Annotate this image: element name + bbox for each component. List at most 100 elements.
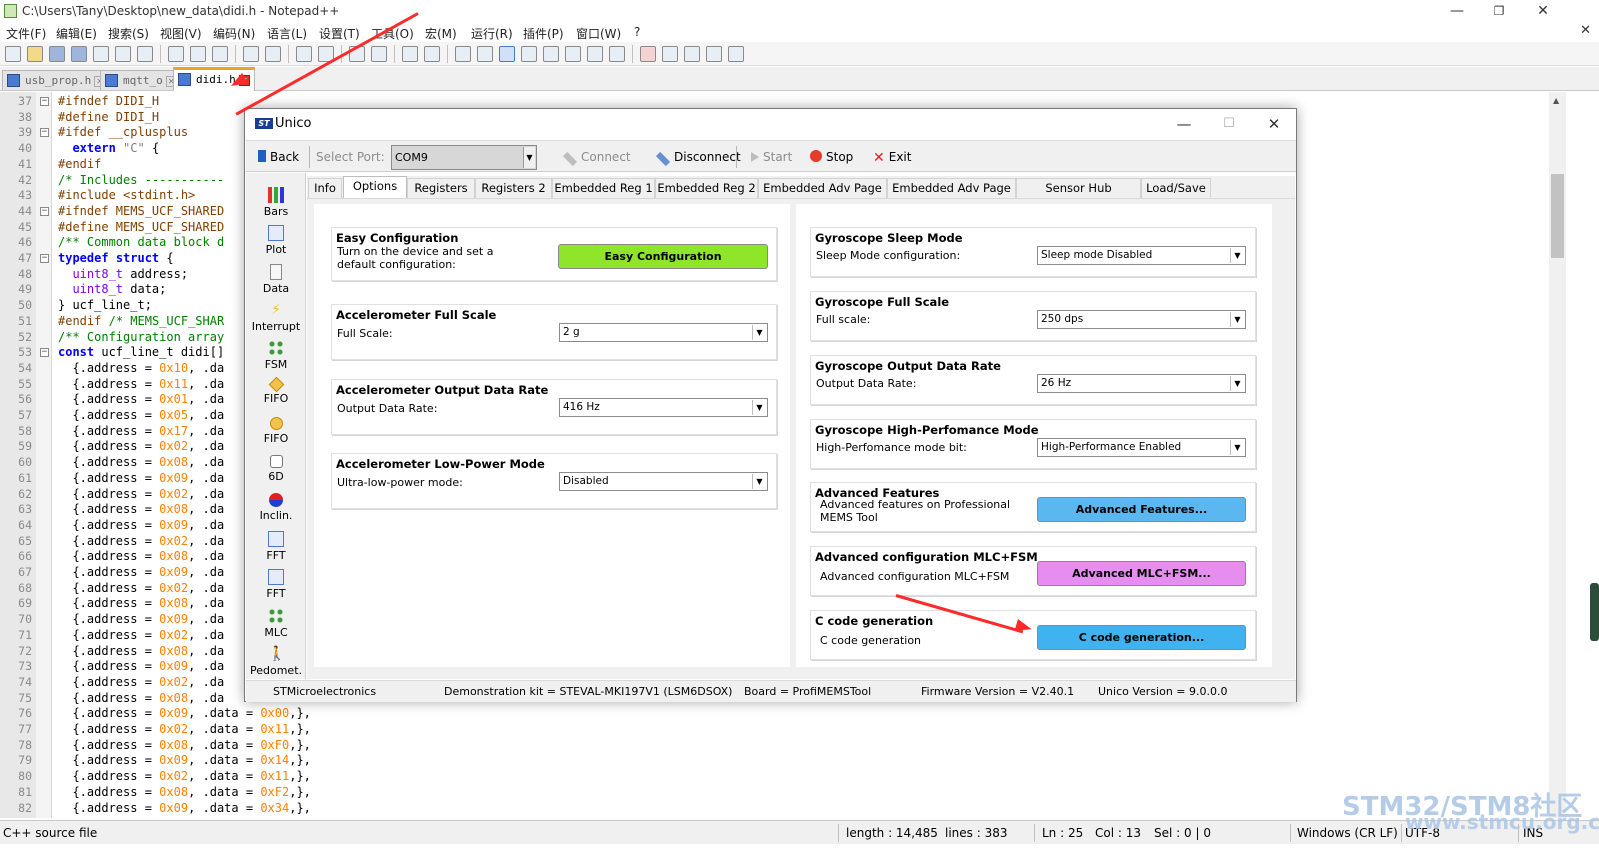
function-list-icon[interactable] xyxy=(565,46,581,62)
port-select[interactable]: COM9 ▼ xyxy=(391,145,537,170)
acc-full-scale-select[interactable]: 2 g ▼ xyxy=(559,323,768,342)
acc-low-power-select[interactable]: Disabled ▼ xyxy=(559,472,768,491)
sidebar-interrupt[interactable]: ⚡ Interrupt xyxy=(246,302,306,333)
menu-run[interactable]: 运行(R) xyxy=(471,25,513,42)
tab-embedded-reg-1[interactable]: Embedded Reg 1 xyxy=(552,178,655,198)
sidebar-fsm[interactable]: FSM xyxy=(246,340,306,371)
save-all-icon[interactable] xyxy=(71,46,87,62)
code-line[interactable]: 81 {.address = 0x08, .data = 0xF2,}, xyxy=(0,785,1549,801)
menu-settings[interactable]: 设置(T) xyxy=(319,25,360,42)
chevron-down-icon[interactable]: ▼ xyxy=(752,474,766,489)
exit-button[interactable]: ✕ Exit xyxy=(873,150,911,165)
open-file-icon[interactable] xyxy=(27,46,43,62)
scrollbar-thumb[interactable] xyxy=(1551,174,1564,258)
close-file-icon[interactable] xyxy=(93,46,109,62)
back-button[interactable]: Back xyxy=(258,150,299,164)
find-icon[interactable] xyxy=(296,46,312,62)
menu-window[interactable]: 窗口(W) xyxy=(576,25,621,42)
sidebar-fft[interactable]: FFT xyxy=(246,531,306,562)
easy-configuration-button[interactable]: Easy Configuration xyxy=(558,244,768,269)
chevron-down-icon[interactable]: ▼ xyxy=(1230,376,1244,391)
run-macro-multiple-icon[interactable] xyxy=(706,46,722,62)
tab-registers-2[interactable]: Registers 2 xyxy=(475,178,552,198)
gyro-high-performance-select[interactable]: High-Performance Enabled ▼ xyxy=(1037,438,1246,457)
record-macro-icon[interactable] xyxy=(640,46,656,62)
chevron-down-icon[interactable]: ▼ xyxy=(1230,248,1244,263)
save-icon[interactable] xyxy=(49,46,65,62)
menu-plugins[interactable]: 插件(P) xyxy=(523,25,564,42)
tab-registers[interactable]: Registers xyxy=(407,178,475,198)
side-handle[interactable] xyxy=(1590,583,1599,641)
monitoring-icon[interactable] xyxy=(609,46,625,62)
sidebar-pedometer[interactable]: 🚶 Pedomet. xyxy=(246,646,306,677)
sidebar-data[interactable]: Data xyxy=(246,264,306,295)
cut-icon[interactable] xyxy=(168,46,184,62)
tab-embedded-adv-page-1[interactable]: Embedded Adv Page 1 xyxy=(887,178,1016,213)
tab-embedded-adv-page-0[interactable]: Embedded Adv Page 0 xyxy=(758,178,887,213)
unico-close-icon[interactable]: ✕ xyxy=(1262,114,1286,134)
menu-view[interactable]: 视图(V) xyxy=(160,25,202,42)
zoom-out-icon[interactable] xyxy=(371,46,387,62)
stop-button[interactable]: Stop xyxy=(810,150,853,164)
redo-icon[interactable] xyxy=(265,46,281,62)
tab-info[interactable]: Info xyxy=(308,178,342,198)
code-line[interactable]: 82 {.address = 0x09, .data = 0x34,}, xyxy=(0,801,1549,817)
sidebar-fft-2[interactable]: FFT xyxy=(246,569,306,600)
stop-macro-icon[interactable] xyxy=(662,46,678,62)
connect-button[interactable]: Connect xyxy=(562,150,631,167)
tab-usb-prop[interactable]: usb_prop.h✕ xyxy=(2,70,111,90)
code-line[interactable]: 80 {.address = 0x02, .data = 0x11,}, xyxy=(0,769,1549,785)
code-line[interactable]: 79 {.address = 0x09, .data = 0x14,}, xyxy=(0,753,1549,769)
undo-icon[interactable] xyxy=(243,46,259,62)
fold-toggle-icon[interactable]: − xyxy=(40,97,49,106)
word-wrap-icon[interactable] xyxy=(455,46,471,62)
menu-help[interactable]: ? xyxy=(634,25,640,39)
menu-macro[interactable]: 宏(M) xyxy=(425,25,457,42)
tab-options[interactable]: Options xyxy=(343,176,407,198)
play-macro-icon[interactable] xyxy=(684,46,700,62)
menu-edit[interactable]: 编辑(E) xyxy=(56,25,97,42)
menu-encoding[interactable]: 编码(N) xyxy=(213,25,255,42)
sidebar-bars[interactable]: Bars xyxy=(246,187,306,218)
chevron-down-icon[interactable]: ▼ xyxy=(1230,440,1244,455)
folder-workspace-icon[interactable] xyxy=(587,46,603,62)
sync-horizontal-icon[interactable] xyxy=(424,46,440,62)
menu-file[interactable]: 文件(F) xyxy=(6,25,46,42)
gyro-sleep-select[interactable]: Sleep mode Disabled ▼ xyxy=(1037,246,1246,265)
tab-sensor-hub-registers[interactable]: Sensor Hub Registers xyxy=(1016,178,1141,213)
close-all-icon[interactable] xyxy=(115,46,131,62)
tab-mqtt[interactable]: mqtt_o ✕ xyxy=(100,70,182,90)
unico-minimize-icon[interactable]: — xyxy=(1172,114,1196,134)
menu-language[interactable]: 语言(L) xyxy=(267,25,307,42)
show-all-chars-icon[interactable] xyxy=(477,46,493,62)
advanced-features-button[interactable]: Advanced Features... xyxy=(1037,497,1246,522)
save-macro-icon[interactable] xyxy=(728,46,744,62)
editor-vertical-scrollbar[interactable]: ▲ xyxy=(1549,92,1566,818)
chevron-down-icon[interactable]: ▼ xyxy=(523,147,535,168)
paste-icon[interactable] xyxy=(212,46,228,62)
print-icon[interactable] xyxy=(137,46,153,62)
new-file-icon[interactable] xyxy=(5,46,21,62)
doc-map-icon[interactable] xyxy=(543,46,559,62)
sidebar-fifo[interactable]: FIFO xyxy=(246,376,306,405)
menu-search[interactable]: 搜索(S) xyxy=(108,25,149,42)
document-close-icon[interactable]: ✕ xyxy=(1580,23,1591,38)
indent-guide-icon[interactable] xyxy=(499,46,515,62)
sidebar-plot[interactable]: Plot xyxy=(246,225,306,256)
minimize-icon[interactable]: — xyxy=(1442,2,1472,20)
maximize-icon[interactable]: ❐ xyxy=(1484,2,1514,20)
chevron-down-icon[interactable]: ▼ xyxy=(752,325,766,340)
language-icon[interactable] xyxy=(521,46,537,62)
start-button[interactable]: Start xyxy=(751,150,792,164)
tab-load-save[interactable]: Load/Save xyxy=(1141,178,1211,198)
close-icon[interactable]: ✕ xyxy=(1528,2,1558,20)
sidebar-inclin[interactable]: Inclin. xyxy=(246,493,306,522)
fold-toggle-icon[interactable]: − xyxy=(40,348,49,358)
gyro-odr-select[interactable]: 26 Hz ▼ xyxy=(1037,374,1246,393)
disconnect-button[interactable]: Disconnect xyxy=(655,150,741,167)
advanced-mlc-fsm-button[interactable]: Advanced MLC+FSM... xyxy=(1037,561,1246,586)
code-line[interactable]: 77 {.address = 0x02, .data = 0x11,}, xyxy=(0,722,1549,738)
sync-vertical-icon[interactable] xyxy=(402,46,418,62)
unico-maximize-icon[interactable]: ☐ xyxy=(1217,114,1241,134)
acc-odr-select[interactable]: 416 Hz ▼ xyxy=(559,398,768,417)
